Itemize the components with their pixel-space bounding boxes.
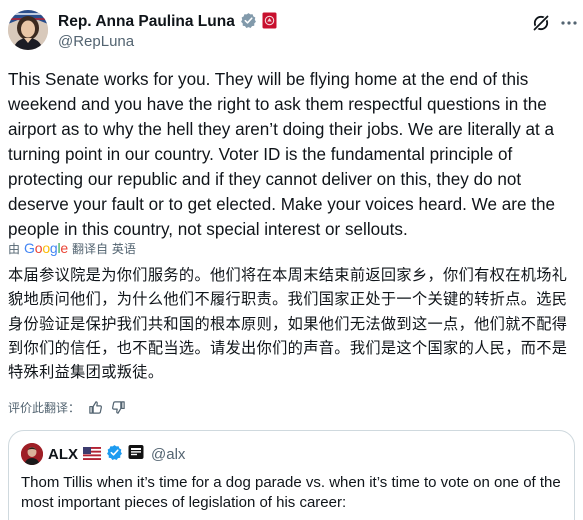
rate-translation-bar: 评价此翻译： [8,398,126,416]
translated-from-link[interactable]: 翻译自 英语 [72,240,136,257]
translation-attribution: 由 Google 翻译自 英语 [8,240,136,256]
translated-text: 本届参议院是为你们服务的。他们将在本周末结束前返回家乡，你们有权在机场礼貌地质问… [8,266,568,382]
quoted-author-avatar[interactable] [21,443,43,465]
us-flag-icon [83,445,101,464]
thumbs-down-icon[interactable] [111,400,126,415]
rate-translation-label: 评价此翻译： [8,400,81,415]
tweet-header: Rep. Anna Paulina Luna @RepLuna [8,10,578,56]
thumbs-up-icon[interactable] [88,400,103,415]
affiliate-badge-icon[interactable] [128,444,144,464]
grok-icon[interactable] [532,14,550,32]
google-logo: Google [24,240,69,256]
blue-verified-badge-icon [106,444,123,465]
house-of-representatives-seal-icon[interactable] [262,12,277,33]
quoted-tweet-card[interactable]: ALX @alx Thom Tillis when it’s time for … [8,430,575,520]
author-name-row[interactable]: Rep. Anna Paulina Luna [58,12,277,32]
translation-by-label: 由 [8,241,21,256]
author-display-name[interactable]: Rep. Anna Paulina Luna [58,13,235,31]
government-verified-badge-icon [240,12,257,33]
author-handle[interactable]: @RepLuna [58,33,134,50]
quoted-author-handle[interactable]: @alx [151,446,185,463]
quoted-tweet-text: Thom Tillis when it’s time for a dog par… [21,474,561,511]
author-avatar[interactable] [8,10,48,50]
more-options-icon[interactable] [560,14,578,32]
quoted-author-name[interactable]: ALX [48,446,78,463]
quoted-tweet-header: ALX @alx [21,443,185,465]
tweet-body-text: This Senate works for you. They will be … [8,70,555,239]
